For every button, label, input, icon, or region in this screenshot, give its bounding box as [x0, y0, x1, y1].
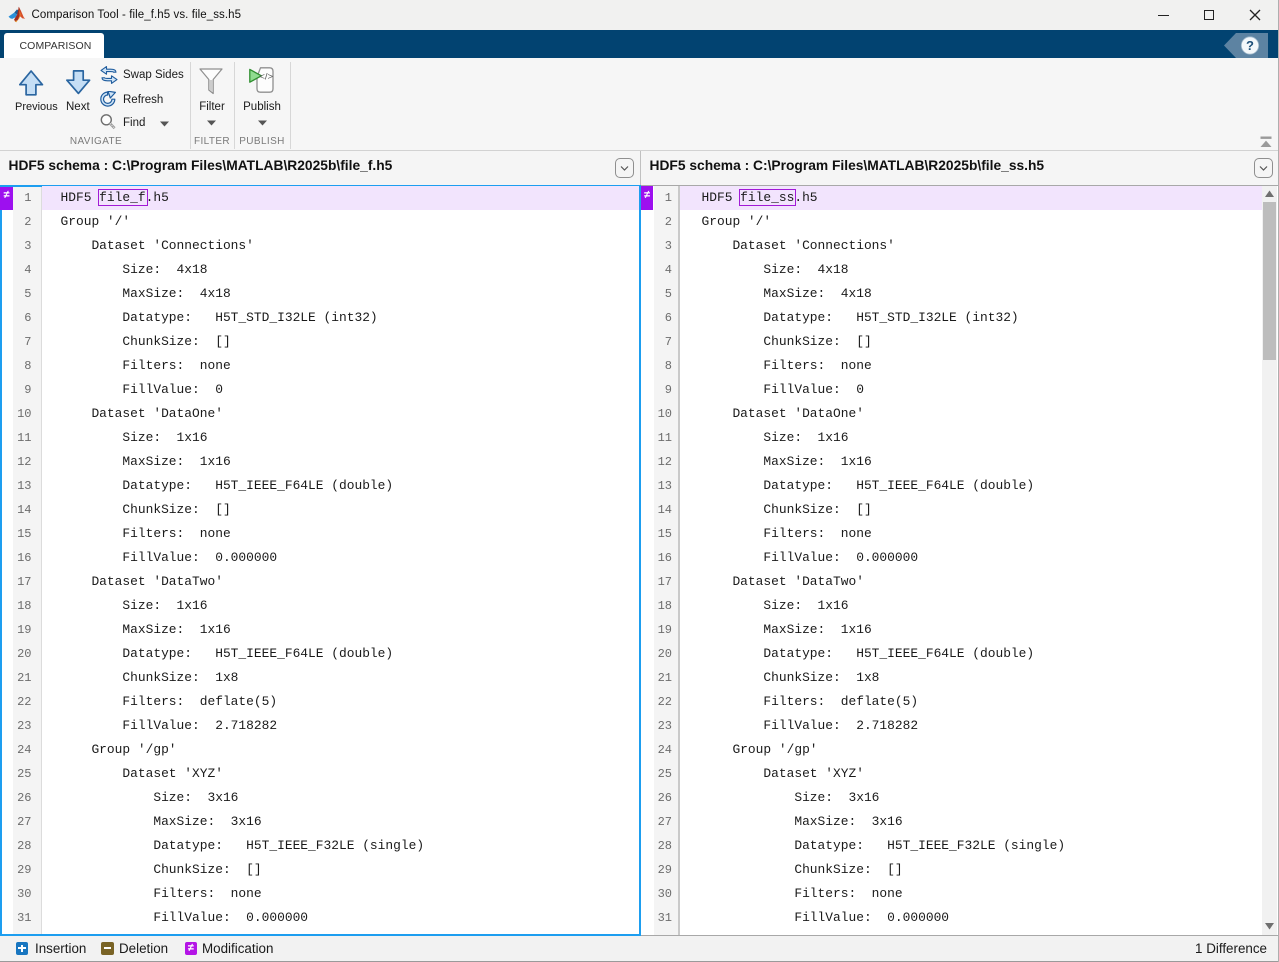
svg-text:</>: </>: [259, 72, 273, 83]
svg-text:?: ?: [1246, 38, 1254, 53]
